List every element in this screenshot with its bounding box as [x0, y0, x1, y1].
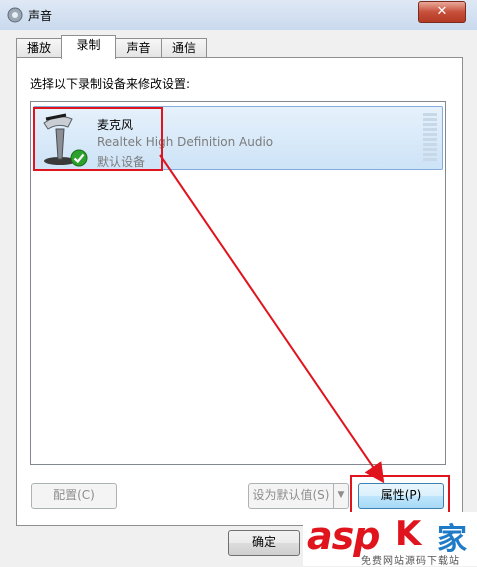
- watermark-brand-ku: K: [395, 514, 422, 554]
- watermark-subtitle: 免费网站源码下载站: [361, 556, 460, 567]
- sound-dialog: 声音 ✕ 播放 录制 声音 通信 选择以下录制设备来修改设置: 麦克风 Real…: [0, 0, 477, 567]
- watermark-logo: asp K 家 免费网站源码下载站: [303, 512, 477, 567]
- annotation-arrow: [159, 154, 385, 484]
- tab-recording[interactable]: 录制: [61, 35, 116, 59]
